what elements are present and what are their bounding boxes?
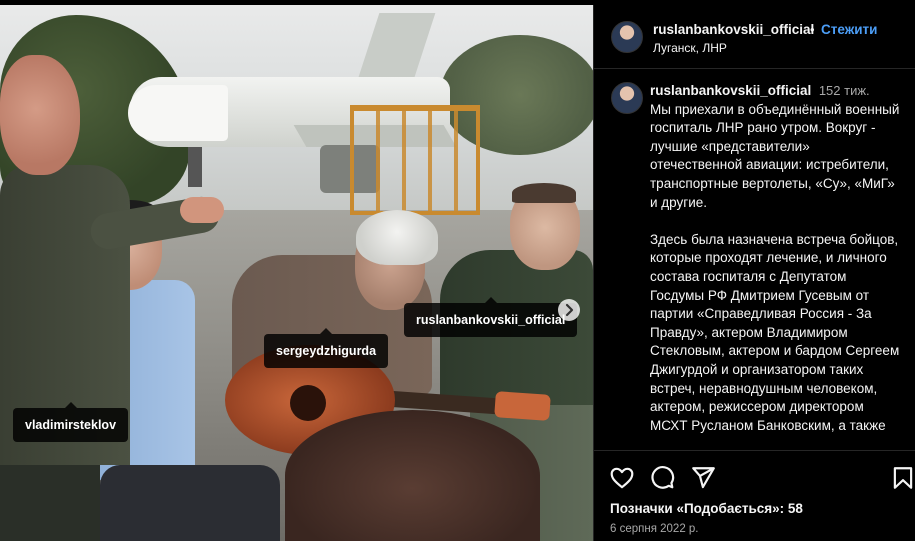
comment-bubble-icon[interactable]: [649, 465, 675, 491]
bookmark-icon[interactable]: [890, 465, 915, 491]
likes-count[interactable]: Позначки «Подобається»: 58: [610, 501, 803, 516]
heart-icon[interactable]: [609, 465, 635, 491]
caption-text-block: ruslanbankovskii_official 152 тиж. Мы пр…: [650, 82, 902, 435]
avatar[interactable]: [611, 82, 643, 114]
jet-landing-gear: [188, 147, 202, 187]
post-actions-bar: Позначки «Подобається»: 58 6 серпня 2022…: [594, 450, 915, 541]
post-side-panel: ruslanbankovskii_official • Стежити Луга…: [593, 5, 915, 541]
person-left-pants: [0, 465, 100, 541]
user-tag-vladimirsteklov[interactable]: vladimirsteklov: [13, 402, 129, 442]
caption-paragraph-2: Здесь была назначена встреча бойцов, кот…: [650, 231, 900, 433]
person-guitarist-hair: [356, 210, 438, 265]
guitar-headstock: [494, 391, 551, 421]
post-photo[interactable]: vladimirsteklov sergeydzhigurda ruslanba…: [0, 5, 593, 541]
caption-timestamp[interactable]: 152 тиж.: [819, 83, 870, 98]
location-link[interactable]: Луганск, ЛНР: [653, 41, 727, 55]
follow-button[interactable]: Стежити: [821, 22, 877, 37]
user-tag-ruslanbankovskii[interactable]: ruslanbankovskii_official: [404, 297, 578, 337]
caption-paragraph-1: Мы приехали в объединённый военный госпи…: [650, 101, 900, 210]
maintenance-scaffold: [350, 105, 480, 215]
post-date[interactable]: 6 серпня 2022 р.: [610, 523, 699, 535]
guitar-soundhole: [290, 385, 326, 421]
caption-username[interactable]: ruslanbankovskii_official: [650, 83, 811, 98]
person-left-head: [0, 55, 80, 175]
user-tag-sergeydzhigurda[interactable]: sergeydzhigurda: [264, 328, 389, 368]
person-blue-pants: [100, 465, 280, 541]
header-separator-dot: •: [810, 22, 815, 37]
caption-comment: ruslanbankovskii_official 152 тиж. Мы пр…: [594, 70, 915, 450]
person-green-hair: [512, 183, 576, 203]
person-foreground-hair: [285, 410, 540, 541]
next-photo-button[interactable]: [558, 299, 580, 321]
caption-paragraph-gap: [650, 212, 902, 231]
avatar[interactable]: [611, 21, 643, 53]
chevron-right-icon: [565, 303, 574, 317]
header-username[interactable]: ruslanbankovskii_official: [653, 22, 814, 37]
jet-nose: [128, 85, 228, 141]
post-header: ruslanbankovskii_official • Стежити Луга…: [594, 5, 915, 69]
paper-plane-icon[interactable]: [690, 465, 716, 491]
person-left-pointing-hand: [180, 197, 224, 223]
